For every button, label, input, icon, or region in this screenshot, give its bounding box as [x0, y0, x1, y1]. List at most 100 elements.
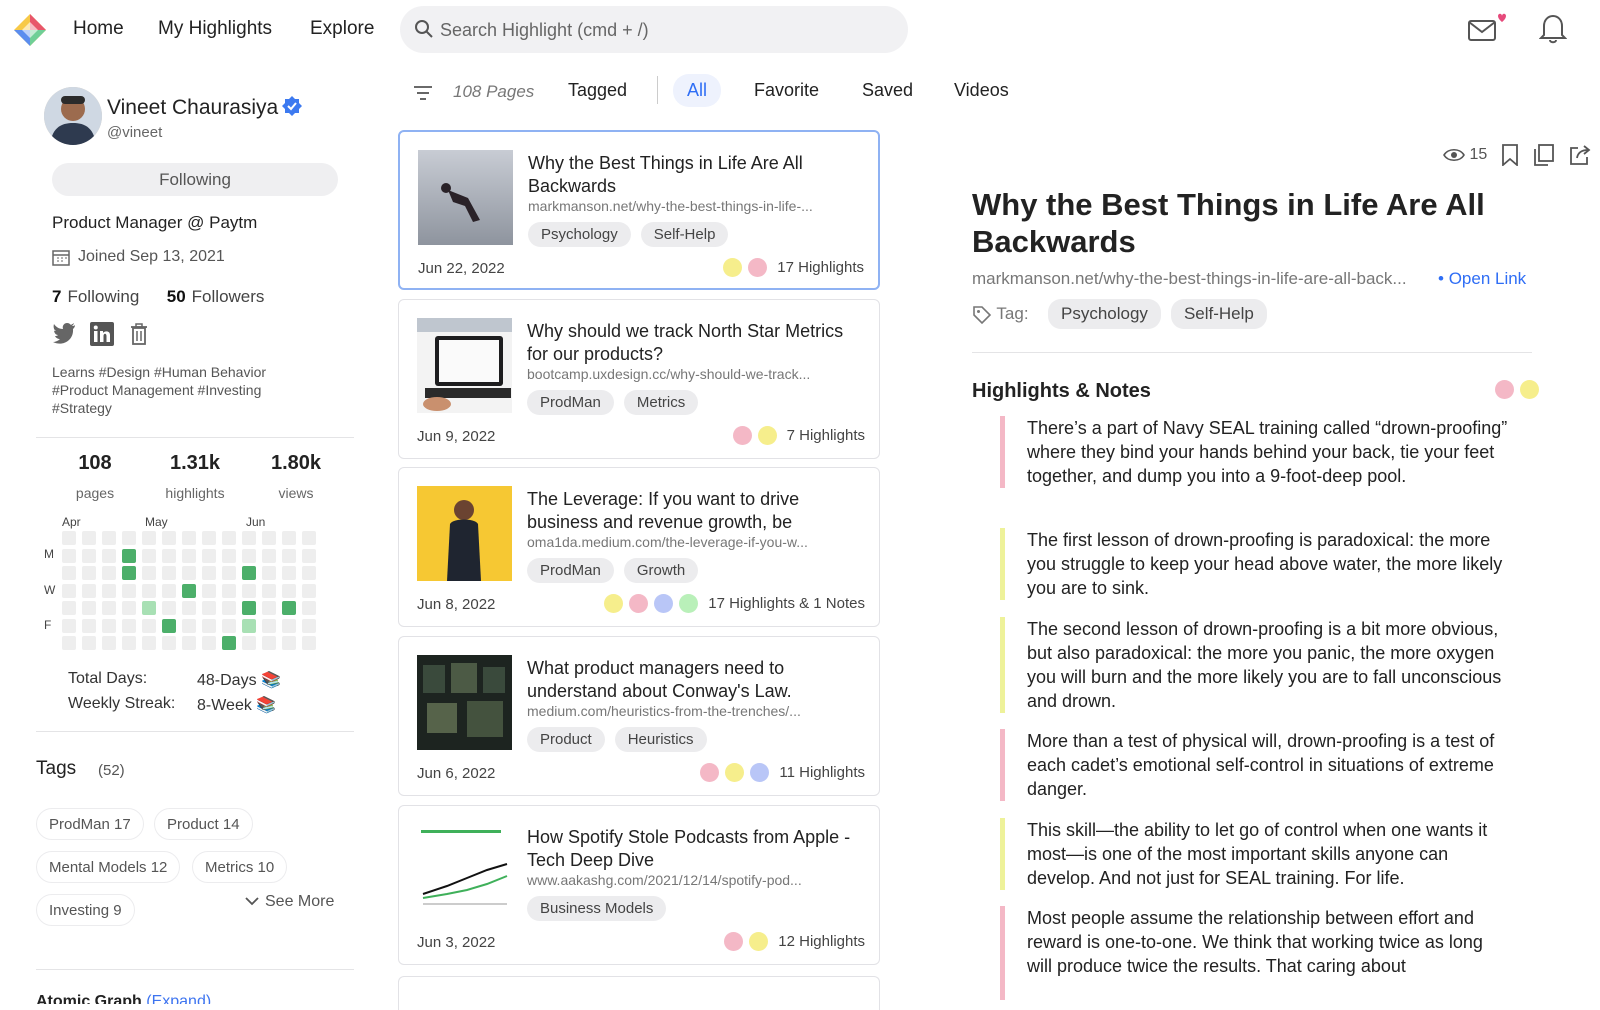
linkedin-icon[interactable]	[90, 322, 114, 346]
trash-icon[interactable]	[128, 322, 150, 346]
heatmap-cell[interactable]	[262, 601, 276, 615]
bell-icon[interactable]	[1539, 12, 1567, 44]
heatmap-cell[interactable]	[242, 583, 256, 598]
heatmap-cell[interactable]	[242, 636, 256, 650]
highlight-item[interactable]: This skill—the ability to let go of cont…	[1000, 818, 1510, 890]
card-title[interactable]: Why should we track North Star Metrics f…	[527, 320, 865, 366]
heatmap-cell[interactable]	[162, 601, 176, 615]
heatmap-cell[interactable]	[282, 566, 296, 580]
heatmap-cell[interactable]	[262, 548, 276, 563]
nav-home-link[interactable]: Home	[73, 18, 124, 40]
highlight-item[interactable]: The first lesson of drown-proofing is pa…	[1000, 528, 1510, 600]
heatmap-cell[interactable]	[62, 566, 76, 580]
heatmap-cell[interactable]	[82, 618, 96, 633]
heatmap-cell[interactable]	[262, 583, 276, 598]
avatar[interactable]	[44, 87, 102, 145]
detail-tag[interactable]: Psychology	[1048, 299, 1161, 329]
heatmap-cell[interactable]	[222, 636, 236, 650]
heatmap-cell[interactable]	[302, 548, 316, 563]
heatmap-cell[interactable]	[142, 601, 156, 615]
heatmap-cell[interactable]	[222, 601, 236, 615]
share-icon[interactable]	[1569, 144, 1591, 166]
mail-icon[interactable]	[1467, 12, 1507, 44]
heatmap-cell[interactable]	[202, 618, 216, 633]
copy-icon[interactable]	[1533, 144, 1555, 166]
heatmap-cell[interactable]	[62, 548, 76, 563]
heatmap-cell[interactable]	[202, 636, 216, 650]
see-more-button[interactable]: See More	[245, 893, 334, 911]
heatmap-cell[interactable]	[62, 618, 76, 633]
highlight-item[interactable]: More than a test of physical will, drown…	[1000, 729, 1510, 801]
card-tag[interactable]: Product	[527, 727, 605, 752]
heatmap-cell[interactable]	[302, 531, 316, 545]
tag-pill[interactable]: Metrics 10	[192, 851, 288, 883]
heatmap-cell[interactable]	[242, 548, 256, 563]
heatmap-cell[interactable]	[62, 601, 76, 615]
heatmap-cell[interactable]	[182, 566, 196, 580]
heatmap-cell[interactable]	[242, 601, 256, 615]
card-tag[interactable]: Business Models	[527, 896, 667, 921]
heatmap-cell[interactable]	[102, 548, 116, 563]
heatmap-cell[interactable]	[202, 601, 216, 615]
heatmap-cell[interactable]	[222, 531, 236, 545]
following-label[interactable]: Following	[67, 287, 139, 306]
detail-tag[interactable]: Self-Help	[1170, 299, 1267, 329]
tab-all[interactable]: All	[673, 74, 722, 107]
heatmap-cell[interactable]	[282, 531, 296, 545]
heatmap-cell[interactable]	[82, 601, 96, 615]
heatmap-cell[interactable]	[62, 583, 76, 598]
list-item[interactable]: What product managers need to understand…	[398, 636, 880, 796]
list-item[interactable]: How Spotify Stole Podcasts from Apple - …	[398, 805, 880, 965]
heatmap-cell[interactable]	[222, 548, 236, 563]
heatmap-cell[interactable]	[202, 548, 216, 563]
tab-videos[interactable]: Videos	[954, 80, 1009, 101]
highlight-item[interactable]: There’s a part of Navy SEAL training cal…	[1000, 416, 1510, 488]
list-item-partial[interactable]	[398, 976, 880, 1010]
heatmap-cell[interactable]	[302, 566, 316, 580]
heatmap-cell[interactable]	[262, 636, 276, 650]
card-tag[interactable]: Psychology	[528, 222, 631, 247]
heatmap-cell[interactable]	[182, 636, 196, 650]
search-input[interactable]: Search Highlight (cmd + /)	[400, 6, 908, 53]
heatmap-cell[interactable]	[142, 548, 156, 563]
heatmap-cell[interactable]	[162, 566, 176, 580]
card-tag[interactable]: Heuristics	[614, 727, 707, 752]
tag-pill[interactable]: Product 14	[154, 808, 253, 840]
heatmap-cell[interactable]	[122, 601, 136, 615]
heatmap-cell[interactable]	[202, 531, 216, 545]
heatmap-cell[interactable]	[242, 531, 256, 545]
color-dot[interactable]	[1520, 380, 1539, 399]
tab-saved[interactable]: Saved	[862, 80, 913, 101]
heatmap-cell[interactable]	[122, 583, 136, 598]
heatmap-cell[interactable]	[162, 636, 176, 650]
list-item[interactable]: Why should we track North Star Metrics f…	[398, 299, 880, 459]
heatmap-cell[interactable]	[302, 618, 316, 633]
card-title[interactable]: What product managers need to understand…	[527, 657, 865, 703]
heatmap-cell[interactable]	[282, 618, 296, 633]
heatmap-cell[interactable]	[122, 566, 136, 580]
heatmap-cell[interactable]	[102, 618, 116, 633]
followers-label[interactable]: Followers	[192, 287, 265, 306]
tab-tagged[interactable]: Tagged	[568, 80, 627, 101]
heatmap-cell[interactable]	[102, 601, 116, 615]
card-tag[interactable]: ProdMan	[527, 390, 614, 415]
heatmap-cell[interactable]	[182, 601, 196, 615]
heatmap-cell[interactable]	[102, 566, 116, 580]
list-item[interactable]: The Leverage: If you want to drive busin…	[398, 467, 880, 627]
card-title[interactable]: How Spotify Stole Podcasts from Apple - …	[527, 826, 865, 872]
heatmap-cell[interactable]	[302, 636, 316, 650]
twitter-icon[interactable]	[52, 322, 76, 344]
bookmark-icon[interactable]	[1501, 144, 1519, 166]
heatmap-cell[interactable]	[242, 618, 256, 633]
nav-my-highlights-link[interactable]: My Highlights	[158, 18, 272, 40]
tag-pill[interactable]: Mental Models 12	[36, 851, 181, 883]
heatmap-cell[interactable]	[182, 548, 196, 563]
heatmap-cell[interactable]	[162, 583, 176, 598]
heatmap-cell[interactable]	[162, 548, 176, 563]
open-link[interactable]: • Open Link	[1438, 269, 1526, 289]
heatmap-cell[interactable]	[222, 583, 236, 598]
followers-count[interactable]: 50	[167, 287, 186, 306]
heatmap-cell[interactable]	[142, 583, 156, 598]
tab-favorite[interactable]: Favorite	[754, 80, 819, 101]
expand-link[interactable]: (Expand)	[146, 993, 211, 1004]
